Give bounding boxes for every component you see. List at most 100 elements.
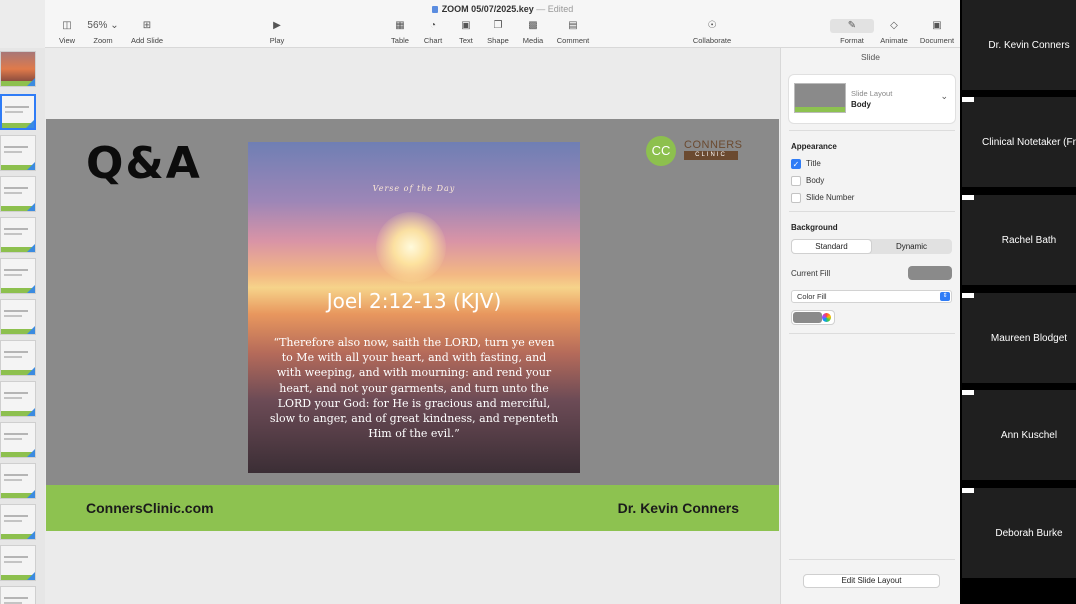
slide-number-checkbox[interactable] [791,193,801,203]
fill-type-select[interactable]: Color Fill ⇕ [791,290,952,303]
slide-canvas[interactable]: Q&A Verse of the Day Joel 2:12-13 (KJV) … [45,48,780,604]
background-type-control[interactable]: Standard Dynamic [791,239,952,254]
plus-icon: ⊞ [142,20,152,31]
slide-thumbnail[interactable] [0,422,36,458]
zoom-button[interactable]: 56% ⌄ Zoom [81,19,125,45]
slide-thumbnail[interactable] [0,340,36,376]
keynote-zoom-screen: ZOOM 05/07/2025.key — Edited ◫ View 56% … [0,0,1076,604]
document-name: ZOOM 05/07/2025.key [441,4,534,14]
dynamic-segment[interactable]: Dynamic [872,240,951,253]
animate-button[interactable]: ◇ Animate [872,19,916,45]
participant-tile[interactable]: Maureen Blodget [962,293,1076,383]
footer-website[interactable]: ConnersClinic.com [86,500,214,516]
color-well[interactable] [791,310,835,325]
format-button[interactable]: ✎ Format [830,19,874,45]
edit-slide-layout-button[interactable]: Edit Slide Layout [803,574,940,588]
participant-tile[interactable]: Rachel Bath [962,195,1076,285]
comment-button[interactable]: ▤ Comment [551,19,595,45]
divider [789,211,955,212]
media-icon: ▩ [528,20,538,31]
layout-value: Body [851,100,871,109]
zoom-label: Zoom [93,36,113,45]
format-inspector: Slide Slide Layout Body ⌄ Appearance ✓ T… [780,48,960,604]
tile-marker [962,195,974,200]
slide-thumbnail-selected[interactable] [0,94,36,130]
logo-subtitle: CLINIC [684,151,738,160]
appearance-heading: Appearance [791,142,837,151]
participant-name: Dr. Kevin Conners [988,40,1070,51]
sun-glow [376,212,446,282]
slide-thumbnail[interactable] [0,258,36,294]
body-checkbox-label: Body [806,176,825,185]
tile-marker [962,390,974,395]
slide-thumbnail[interactable] [0,586,36,604]
keynote-file-icon [431,6,438,13]
tile-marker [962,97,974,102]
slide-thumbnail[interactable] [0,135,36,171]
animate-icon: ◇ [890,20,898,31]
slide-thumbnail[interactable] [0,176,36,212]
slide-thumbnail[interactable] [0,545,36,581]
chevron-down-icon: ⌄ [110,20,119,31]
media-button[interactable]: ▩ Media [511,19,555,45]
inspector-tab-slide[interactable]: Slide [781,52,960,62]
slide-thumbnail[interactable] [0,299,36,335]
participant-name: Clinical Notetaker (Fr [982,137,1076,148]
color-wheel-icon[interactable] [822,313,831,322]
standard-segment[interactable]: Standard [792,240,871,253]
comment-label: Comment [556,36,590,45]
slide-thumbnail[interactable] [0,381,36,417]
format-label: Format [840,36,864,45]
media-label: Media [522,36,544,45]
collaborate-button[interactable]: ☉ Collaborate [690,19,734,45]
zoom-value: 56% ⌄ [81,19,125,33]
verse-of-the-day-banner: Verse of the Day [372,184,456,193]
paintbrush-icon: ✎ [830,19,874,33]
participant-name: Deborah Burke [995,528,1063,539]
footer-presenter[interactable]: Dr. Kevin Conners [618,500,739,516]
slide-number-checkbox-label: Slide Number [806,193,855,202]
verse-text: “Therefore also now, saith the LORD, tur… [269,336,559,441]
conners-clinic-logo[interactable]: CC CONNERS CLINIC [646,136,743,166]
divider [789,559,955,560]
tile-marker [962,293,974,298]
slide-thumbnail[interactable] [0,504,36,540]
slide-heading[interactable]: Q&A [86,138,202,189]
participant-gallery: Dr. Kevin Conners Clinical Notetaker (Fr… [960,0,1076,604]
logo-mark: CC [646,136,676,166]
slide-thumbnail[interactable] [0,51,36,87]
up-down-chevron-icon: ⇕ [940,292,950,301]
add-slide-button[interactable]: ⊞ Add Slide [125,19,169,45]
slide-layout-picker[interactable]: Slide Layout Body ⌄ [789,75,955,123]
current-fill-swatch[interactable] [908,266,952,280]
play-button[interactable]: ▶ Play [255,19,299,45]
add-slide-label: Add Slide [130,36,164,45]
verse-reference: Joel 2:12-13 (KJV) [326,289,502,313]
comment-icon: ▤ [568,20,578,31]
participant-tile[interactable]: Dr. Kevin Conners [962,0,1076,90]
title-checkbox[interactable]: ✓ [791,159,801,169]
document-label: Document [919,36,955,45]
edited-status: Edited [547,4,574,14]
current-slide[interactable]: Q&A Verse of the Day Joel 2:12-13 (KJV) … [46,119,779,531]
slide-navigator[interactable] [0,48,45,604]
participant-tile[interactable]: Clinical Notetaker (Fr [962,97,1076,187]
collaborate-icon: ☉ [707,20,717,31]
logo-name: CONNERS [684,139,743,151]
slide-thumbnail[interactable] [0,463,36,499]
document-button[interactable]: ▣ Document [915,19,959,45]
divider [789,130,955,131]
current-fill-label: Current Fill [791,269,831,278]
play-label: Play [269,36,285,45]
footer-band[interactable]: ConnersClinic.com Dr. Kevin Conners [46,485,779,531]
color-well-swatch [793,312,822,323]
toolbar: ZOOM 05/07/2025.key — Edited ◫ View 56% … [45,0,960,48]
verse-image[interactable]: Verse of the Day Joel 2:12-13 (KJV) “The… [248,142,580,473]
participant-tile[interactable]: Ann Kuschel [962,390,1076,480]
divider [789,333,955,334]
participant-tile[interactable]: Deborah Burke [962,488,1076,578]
participant-name: Maureen Blodget [990,333,1068,344]
participant-name: Rachel Bath [1001,235,1057,246]
body-checkbox[interactable] [791,176,801,186]
slide-thumbnail[interactable] [0,217,36,253]
